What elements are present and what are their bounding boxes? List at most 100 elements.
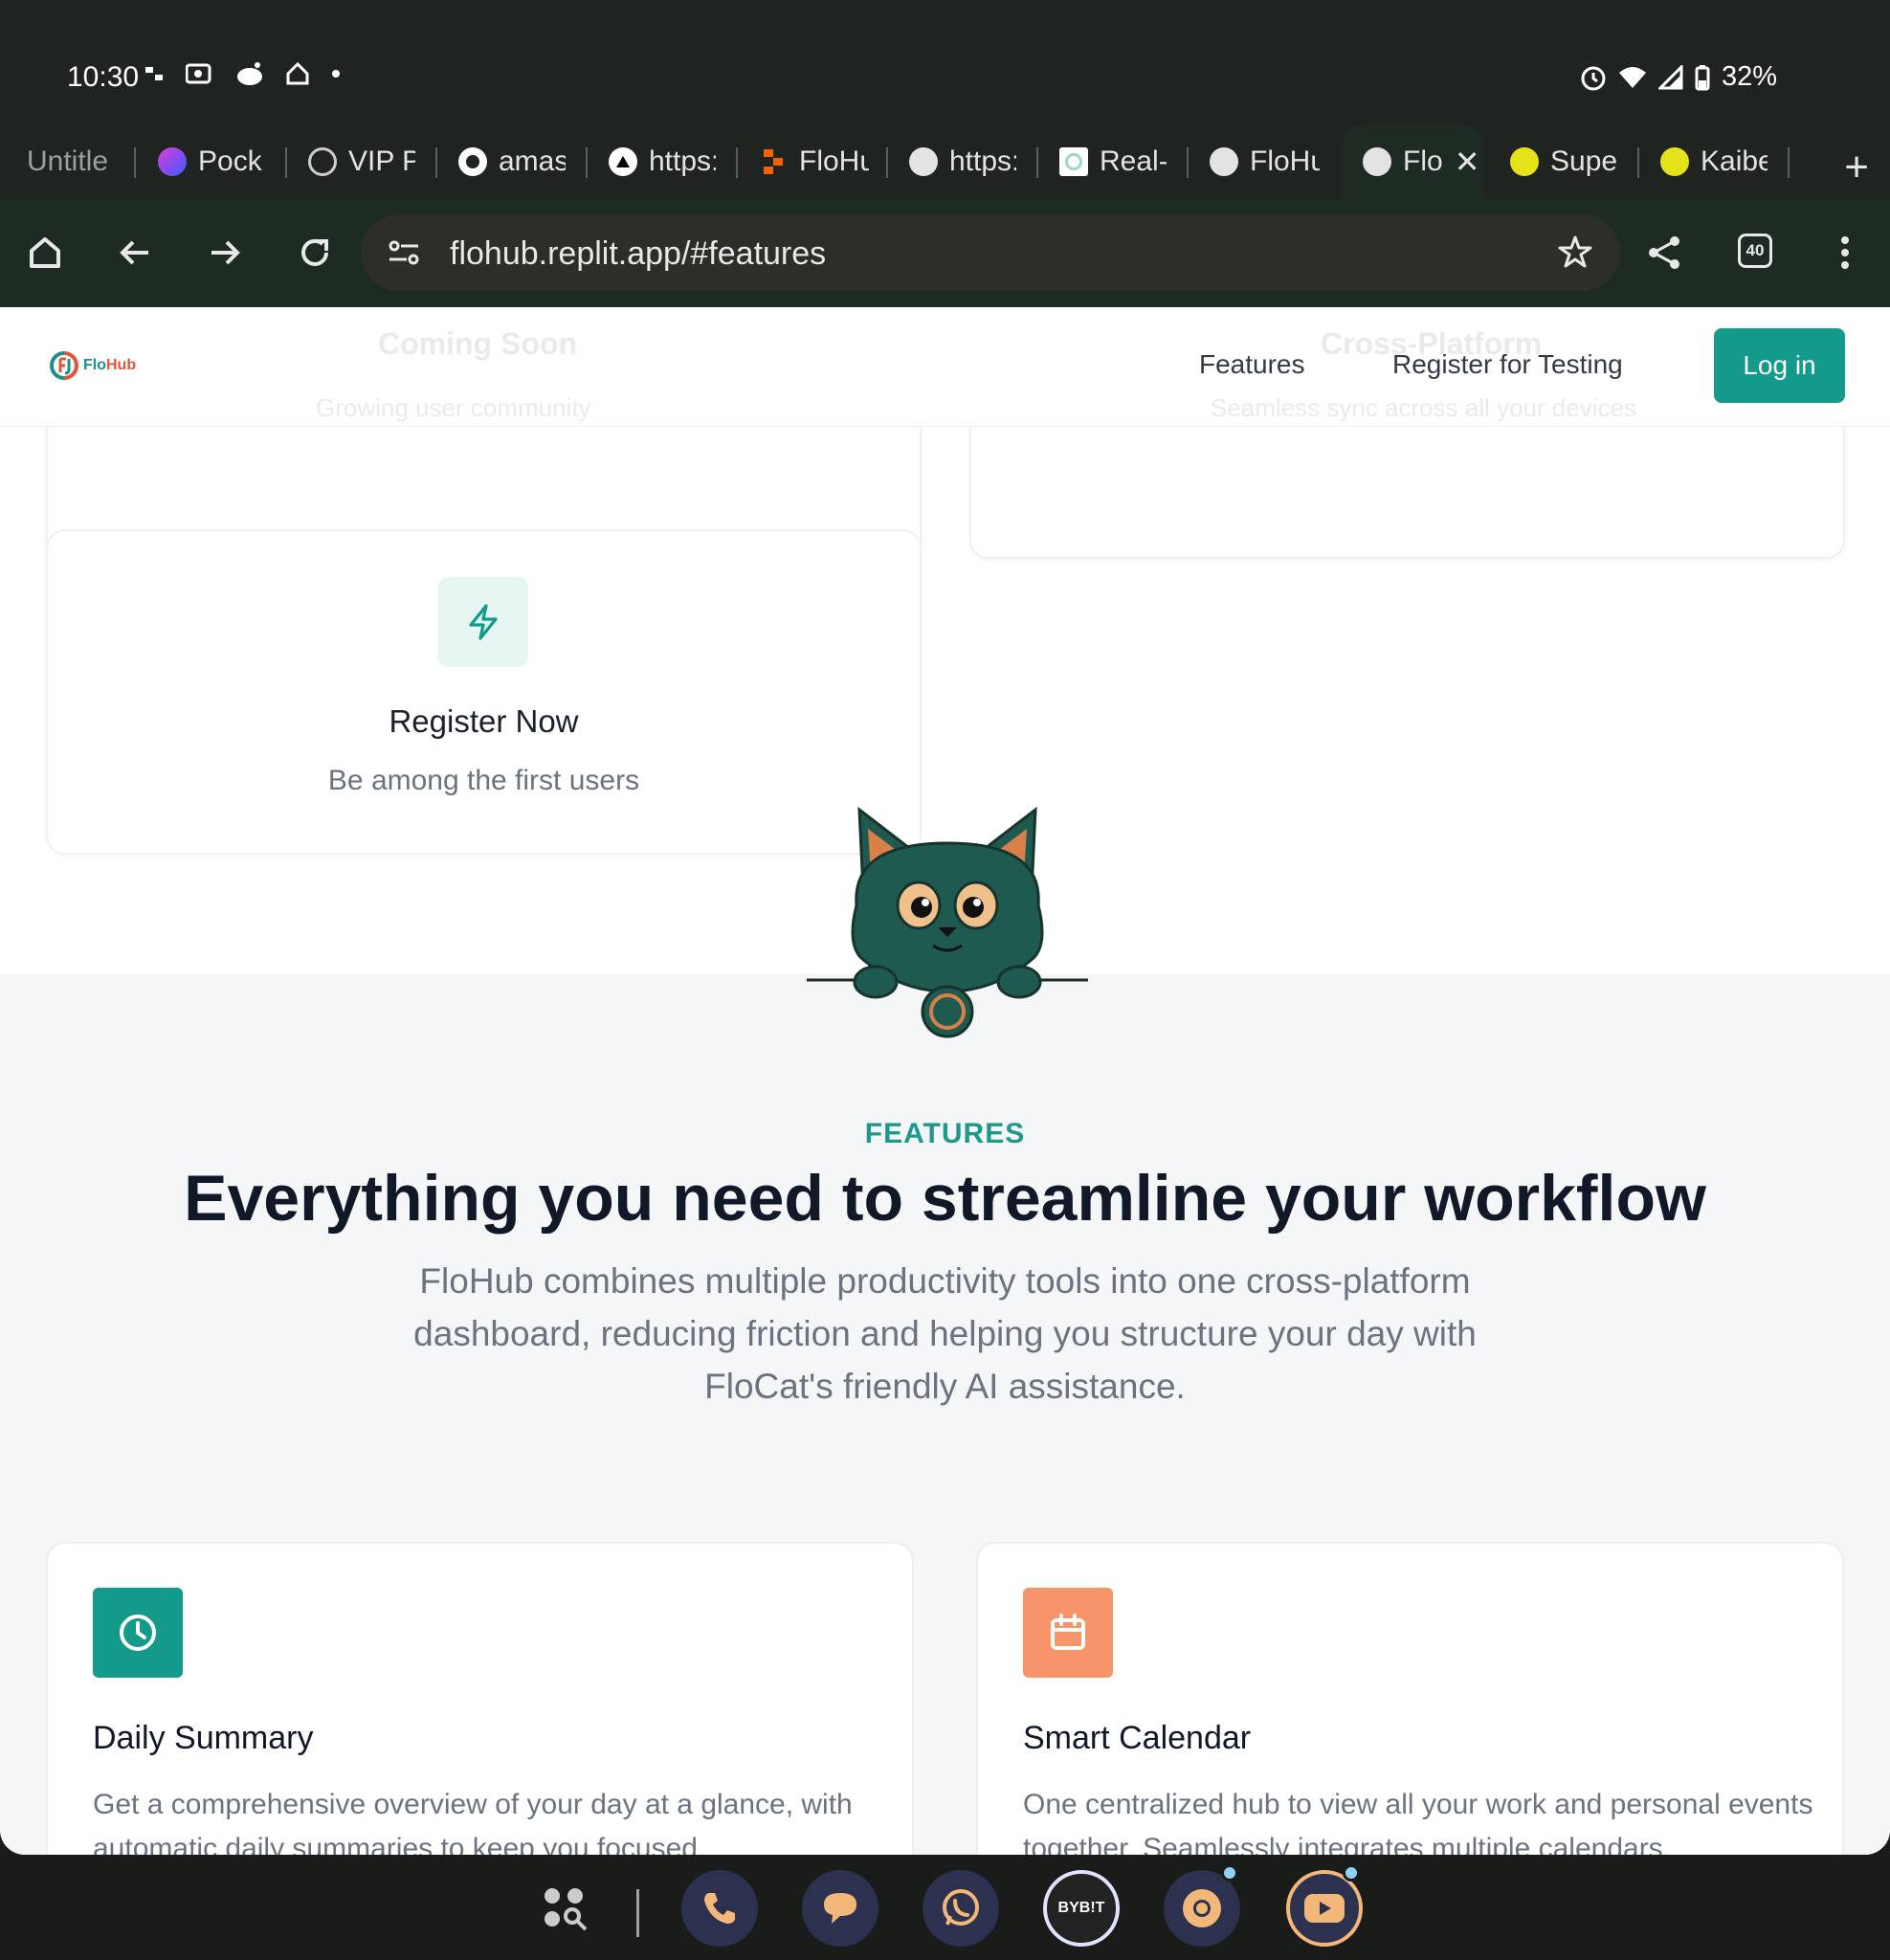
more-vert-icon xyxy=(1841,236,1849,269)
tab-separator xyxy=(586,147,588,178)
tab-title: https: xyxy=(949,145,1016,177)
feature-card-daily-summary[interactable]: Daily Summary Get a comprehensive overvi… xyxy=(46,1542,914,1855)
tab-title: FloHu xyxy=(799,145,869,177)
reload-icon xyxy=(301,238,328,266)
tab-vip[interactable]: VIP Pa xyxy=(308,124,415,199)
youtube-icon[interactable] xyxy=(1286,1870,1363,1947)
features-eyebrow: FEATURES xyxy=(864,1118,1026,1149)
tab-flohub-2[interactable]: FloHu xyxy=(1210,124,1320,199)
tab-untitled[interactable]: Untitle xyxy=(27,124,115,199)
share-button[interactable] xyxy=(1643,232,1685,274)
vip-icon xyxy=(308,147,337,176)
dock-divider xyxy=(636,1889,639,1937)
star-icon[interactable] xyxy=(1557,234,1593,270)
nav-features-link[interactable]: Features xyxy=(1199,349,1305,380)
battery-icon xyxy=(1695,64,1710,90)
tab-github[interactable]: amase xyxy=(458,124,566,199)
register-title: Register Now xyxy=(389,703,579,739)
reload-button[interactable] xyxy=(294,232,336,274)
tab-title: FloHu xyxy=(1250,145,1320,177)
login-button[interactable]: Log in xyxy=(1714,328,1845,403)
tab-separator xyxy=(1637,147,1639,178)
tab-separator xyxy=(435,147,437,178)
tab-https-2[interactable]: https: xyxy=(909,124,1016,199)
bybit-label: BYB!T xyxy=(1057,1900,1105,1916)
feature-card-smart-calendar[interactable]: Smart Calendar One centralized hub to vi… xyxy=(976,1542,1844,1855)
tab-separator xyxy=(1036,147,1038,178)
back-button[interactable] xyxy=(114,232,156,274)
smiley-icon xyxy=(1510,147,1539,176)
dot-icon xyxy=(332,70,340,78)
ghost-heading: Coming Soon xyxy=(378,326,577,361)
tab-title: Super xyxy=(1550,145,1617,177)
tab-title: Flo xyxy=(1403,145,1443,177)
new-tab-button[interactable]: + xyxy=(1844,144,1869,191)
share-icon xyxy=(1649,236,1679,269)
bybit-icon[interactable]: BYB!T xyxy=(1043,1870,1120,1947)
tab-kaibe[interactable]: Kaibe xyxy=(1660,124,1768,199)
tab-separator xyxy=(134,147,136,178)
tab-separator xyxy=(1187,147,1189,178)
app-drawer-icon[interactable] xyxy=(526,1870,603,1947)
tab-real[interactable]: Real-l xyxy=(1059,124,1167,199)
replit-icon xyxy=(759,147,788,176)
signal-icon xyxy=(1657,64,1683,89)
home-icon xyxy=(30,237,60,268)
smiley-icon xyxy=(1660,147,1689,176)
tab-switcher-button[interactable]: 40 xyxy=(1738,234,1772,268)
tab-title: Pocke xyxy=(198,145,263,177)
taskbar-dock: BYB!T xyxy=(0,1855,1890,1960)
tab-super[interactable]: Super xyxy=(1510,124,1617,199)
alarm-icon xyxy=(1581,66,1606,90)
github-icon xyxy=(458,147,487,176)
tab-flo-active[interactable]: Flo ✕ xyxy=(1342,124,1483,199)
lightning-icon xyxy=(438,577,528,667)
battery-percent: 32% xyxy=(1721,61,1777,92)
tab-https-1[interactable]: https: xyxy=(609,124,716,199)
menu-button[interactable] xyxy=(1824,232,1866,274)
tab-title: Kaibe xyxy=(1701,145,1768,177)
ghost-subtext: Seamless sync across all your devices xyxy=(1211,393,1637,422)
feature-title: Smart Calendar xyxy=(1023,1720,1252,1756)
flohub-logo[interactable]: FloHub xyxy=(50,351,136,380)
tab-separator xyxy=(285,147,287,178)
nav-register-link[interactable]: Register for Testing xyxy=(1392,349,1623,380)
forward-button[interactable] xyxy=(204,232,246,274)
status-bar: 10:30 32% xyxy=(0,0,1890,124)
features-description: FloHub combines multiple productivity to… xyxy=(413,1261,1477,1406)
close-icon[interactable]: ✕ xyxy=(1455,144,1480,180)
flocat-mascot-icon xyxy=(807,806,1088,1038)
tab-flohub-1[interactable]: FloHu xyxy=(759,124,869,199)
whatsapp-icon[interactable] xyxy=(923,1870,999,1947)
logo-text: FloHub xyxy=(83,357,137,373)
phone-icon[interactable] xyxy=(681,1870,758,1947)
notification-dot xyxy=(1221,1864,1238,1882)
globe-icon xyxy=(1363,147,1391,176)
wifi-icon xyxy=(1618,66,1646,88)
arrow-left-icon xyxy=(120,240,148,265)
triangle-icon xyxy=(609,147,637,176)
reddit-icon xyxy=(237,62,262,85)
tab-title: https: xyxy=(649,145,716,177)
register-card[interactable]: Register Now Be among the first users xyxy=(46,529,922,855)
browser-toolbar: flohub.replit.app/#features xyxy=(0,199,1890,307)
tab-strip: Untitle Pocke VIP Pa amase https: FloHu … xyxy=(0,124,1890,199)
tab-title: Untitle xyxy=(27,145,109,177)
feature-description: Get a comprehensive overview of your day… xyxy=(93,1789,853,1855)
address-bar[interactable]: flohub.replit.app/#features xyxy=(361,214,1620,291)
messages-icon[interactable] xyxy=(802,1870,878,1947)
globe-icon xyxy=(909,147,938,176)
ring-icon xyxy=(1059,147,1088,176)
notification-dot xyxy=(1343,1864,1360,1882)
tab-separator xyxy=(736,147,738,178)
globe-icon xyxy=(1210,147,1238,176)
photo-icon xyxy=(186,63,211,84)
site-settings-icon[interactable] xyxy=(388,237,420,268)
features-heading: Everything you need to streamline your w… xyxy=(184,1162,1706,1235)
tab-title: Real-l xyxy=(1100,145,1167,177)
url-text: flohub.replit.app/#features xyxy=(450,235,827,272)
chrome-icon[interactable] xyxy=(1164,1870,1240,1947)
home-button[interactable] xyxy=(24,232,66,274)
feature-title: Daily Summary xyxy=(93,1720,314,1756)
tab-pocket[interactable]: Pocke xyxy=(158,124,263,199)
